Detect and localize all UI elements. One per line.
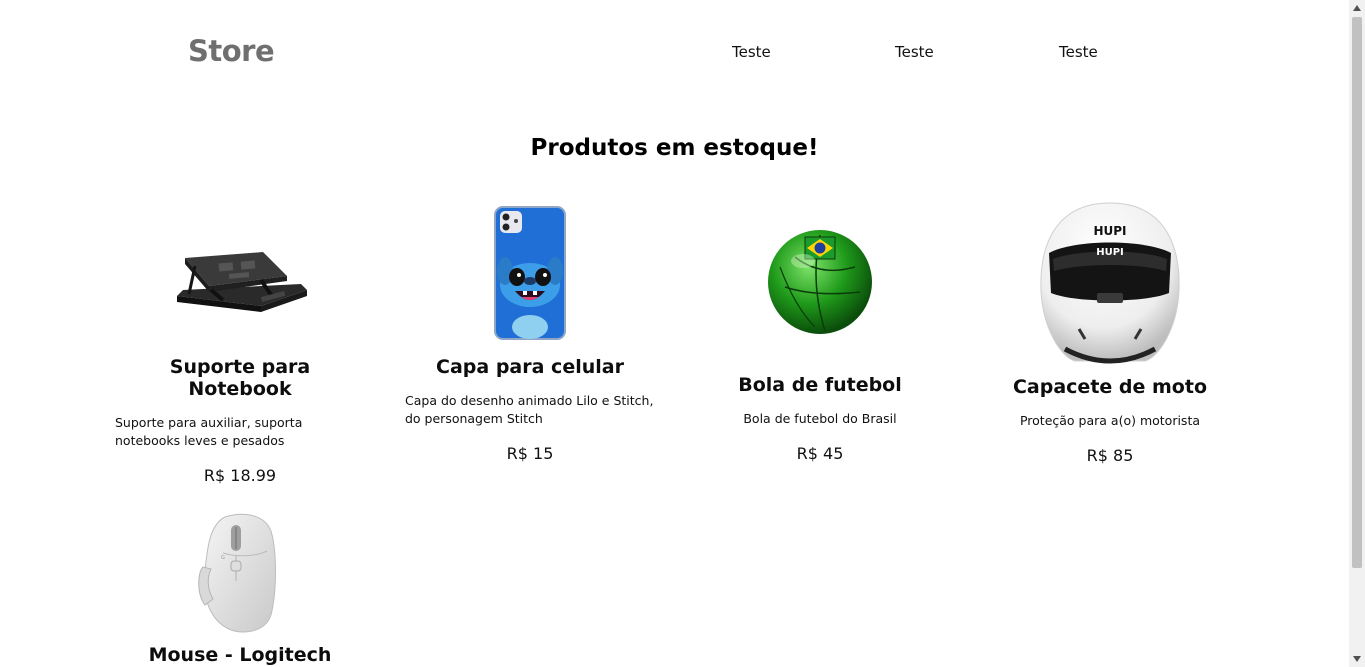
page-title: Produtos em estoque! (530, 135, 819, 162)
product-price: R$ 85 (1086, 446, 1134, 465)
helmet-image: HUPI HUPI (985, 198, 1235, 368)
helmet-brand-visor: HUPI (1096, 247, 1124, 258)
helmet-icon: HUPI HUPI (1040, 202, 1180, 364)
store-page: Store Teste Teste Teste Produtos em esto… (0, 0, 1349, 667)
site-header: Store Teste Teste Teste (0, 0, 1349, 100)
scrollbar-thumb[interactable] (1352, 17, 1362, 568)
mouse-image: G (115, 510, 365, 636)
product-name: Capa para celular (436, 356, 624, 378)
nav-link-teste-1[interactable]: Teste (732, 43, 771, 61)
product-description: Suporte para auxiliar, suporta notebooks… (115, 415, 303, 448)
product-name: Suporte para Notebook (169, 356, 311, 400)
helmet-brand-top: HUPI (1093, 224, 1126, 238)
product-price: R$ 45 (796, 444, 844, 463)
product-price: R$ 18.99 (203, 466, 277, 485)
svg-text:G: G (221, 555, 225, 561)
product-name: Capacete de moto (1012, 376, 1207, 398)
vertical-scrollbar[interactable] (1349, 0, 1365, 667)
soccer-ball-image (695, 198, 945, 366)
product-card-mouse: G Mouse - Logitech (115, 510, 365, 666)
phone-case-image (405, 198, 655, 348)
notebook-stand-icon (177, 252, 307, 312)
mouse-icon: G (198, 513, 276, 633)
phone-case-icon (494, 206, 566, 340)
product-price: R$ 15 (506, 444, 554, 463)
product-name: Bola de futebol (738, 374, 902, 396)
scroll-up-arrow-icon[interactable] (1349, 0, 1365, 16)
product-description: Proteção para a(o) motorista (1019, 413, 1201, 428)
scroll-down-arrow-icon[interactable] (1349, 651, 1365, 667)
product-card-soccer-ball: Bola de futebol Bola de futebol do Brasi… (695, 198, 945, 463)
product-card-helmet: HUPI HUPI Capacete de moto Proteção para… (985, 198, 1235, 465)
product-name: Mouse - Logitech (148, 644, 332, 666)
product-card-phone-case: Capa para celular Capa do desenho animad… (405, 198, 655, 463)
product-description: Capa do desenho animado Lilo e Stitch, d… (405, 393, 654, 426)
product-description: Bola de futebol do Brasil (743, 411, 897, 426)
product-card-notebook-stand: Suporte para Notebook Suporte para auxil… (115, 198, 365, 485)
nav-link-teste-2[interactable]: Teste (895, 43, 934, 61)
nav-link-teste-3[interactable]: Teste (1059, 43, 1098, 61)
notebook-stand-image (115, 198, 365, 348)
soccer-ball-icon (768, 230, 872, 334)
store-logo[interactable]: Store (188, 34, 275, 68)
